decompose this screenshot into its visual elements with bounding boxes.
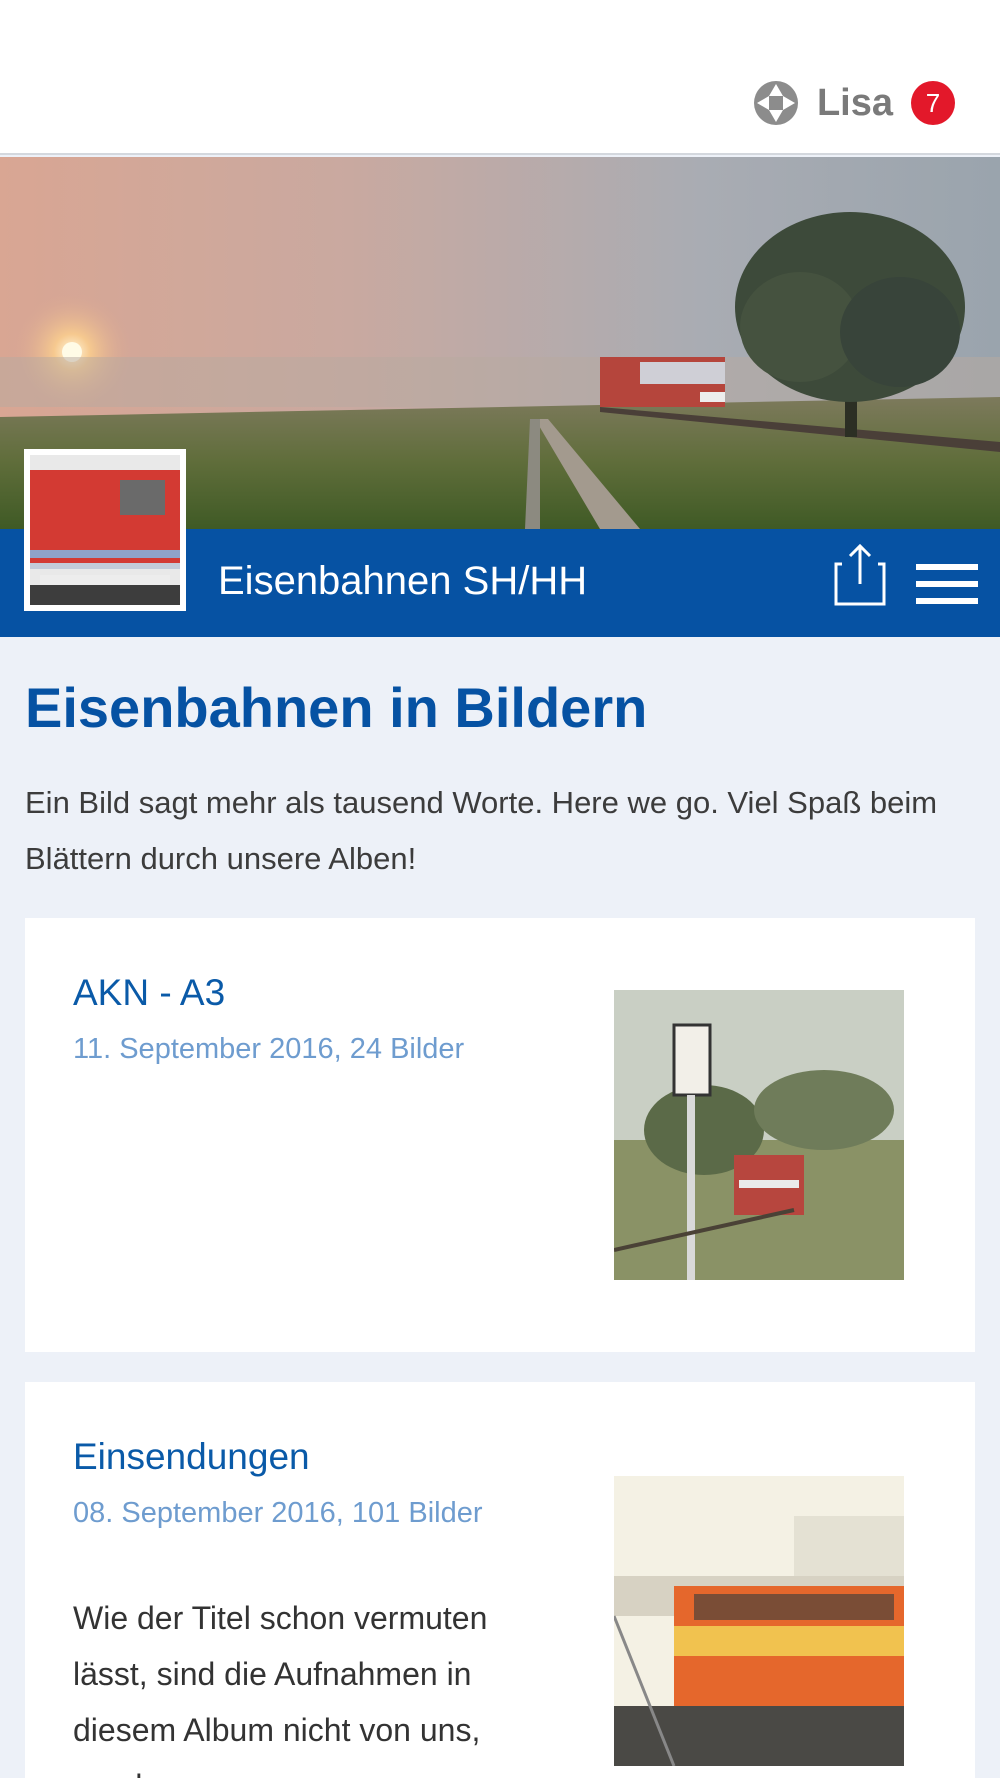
album-description: Wie der Titel schon vermuten lässt, sind… <box>73 1600 488 1778</box>
group-name[interactable]: Eisenbahnen SH/HH <box>218 559 587 604</box>
page-title: Eisenbahnen in Bildern <box>25 676 648 739</box>
album-thumbnail[interactable] <box>614 990 904 1280</box>
top-bar: Lisa 7 <box>0 0 1000 155</box>
album-card[interactable]: AKN - A3 11. September 2016, 24 Bilder <box>25 918 975 1352</box>
album-card[interactable]: Einsendungen 08. September 2016, 101 Bil… <box>25 1382 975 1778</box>
hamburger-menu-icon[interactable] <box>916 560 978 608</box>
share-icon[interactable] <box>834 544 886 606</box>
album-title[interactable]: Einsendungen <box>73 1436 310 1478</box>
notification-badge[interactable]: 7 <box>911 81 955 125</box>
album-thumbnail[interactable] <box>614 1476 904 1766</box>
album-title[interactable]: AKN - A3 <box>73 972 225 1014</box>
user-menu[interactable]: Lisa 7 <box>753 78 955 128</box>
group-avatar-image <box>30 455 180 605</box>
user-name[interactable]: Lisa <box>817 82 893 125</box>
album-meta: 11. September 2016, 24 Bilder <box>73 1033 465 1065</box>
page-intro: Ein Bild sagt mehr als tausend Worte. He… <box>25 785 938 876</box>
album-meta: 08. September 2016, 101 Bilder <box>73 1497 483 1529</box>
app-logo-icon <box>753 81 798 125</box>
group-avatar[interactable] <box>24 449 186 611</box>
